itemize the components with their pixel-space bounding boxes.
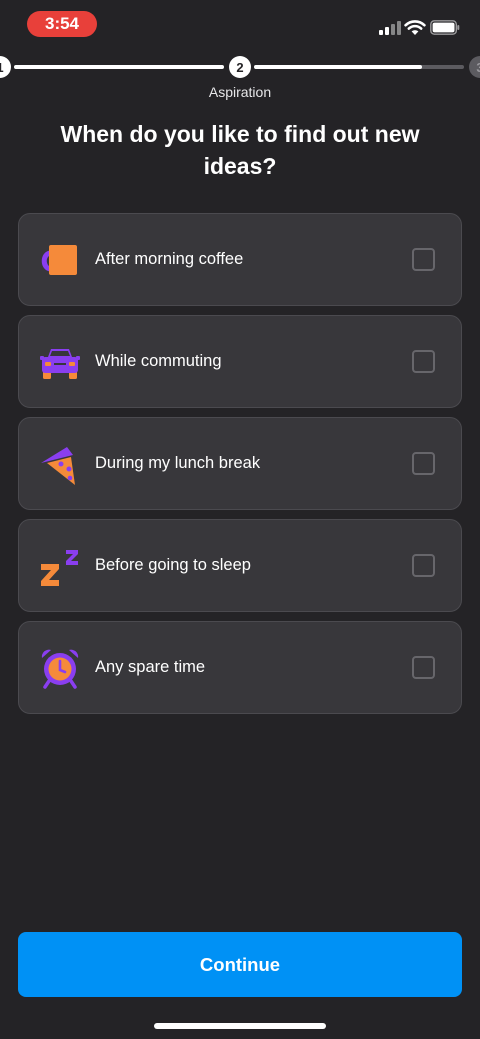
- option-during-lunch-break[interactable]: During my lunch break: [18, 417, 462, 510]
- alarm-clock-icon: [41, 649, 79, 689]
- progress-stepper: 1 2 3 Aspiration: [0, 55, 480, 105]
- wifi-icon: [404, 20, 426, 35]
- options-list: After morning coffee While commuting Dur…: [18, 213, 462, 723]
- coffee-mug-icon: [41, 245, 77, 275]
- option-label: After morning coffee: [95, 250, 244, 268]
- option-label: While commuting: [95, 352, 222, 370]
- option-after-morning-coffee[interactable]: After morning coffee: [18, 213, 462, 306]
- onboarding-screen: 3:54 1 2 3 Aspiration When do you like t…: [0, 0, 480, 1039]
- home-indicator: [154, 1023, 326, 1029]
- status-bar: 3:54: [0, 0, 480, 48]
- step-3-dot: 3: [469, 56, 480, 78]
- option-checkbox[interactable]: [412, 350, 435, 373]
- option-before-going-to-sleep[interactable]: Before going to sleep: [18, 519, 462, 612]
- option-checkbox[interactable]: [412, 656, 435, 679]
- pizza-slice-icon: [41, 447, 75, 485]
- option-label: Before going to sleep: [95, 556, 251, 574]
- step-2-progress-fill: [254, 65, 422, 69]
- car-icon: [40, 349, 80, 379]
- battery-icon: [430, 20, 460, 35]
- option-checkbox[interactable]: [412, 452, 435, 475]
- status-time[interactable]: 3:54: [27, 11, 97, 37]
- question-title: When do you like to find out new ideas?: [60, 121, 420, 179]
- step-2-dot: 2: [229, 56, 251, 78]
- step-1-dot: 1: [0, 56, 11, 78]
- option-checkbox[interactable]: [412, 248, 435, 271]
- step-1-line: [14, 65, 224, 69]
- option-label: Any spare time: [95, 658, 206, 676]
- sleep-zz-icon: [41, 550, 78, 586]
- step-label: Aspiration: [208, 84, 272, 100]
- continue-button[interactable]: Continue: [18, 932, 462, 997]
- option-any-spare-time[interactable]: Any spare time: [18, 621, 462, 714]
- option-while-commuting[interactable]: While commuting: [18, 315, 462, 408]
- cellular-signal-icon: [379, 21, 401, 35]
- option-label: During my lunch break: [95, 454, 261, 472]
- option-checkbox[interactable]: [412, 554, 435, 577]
